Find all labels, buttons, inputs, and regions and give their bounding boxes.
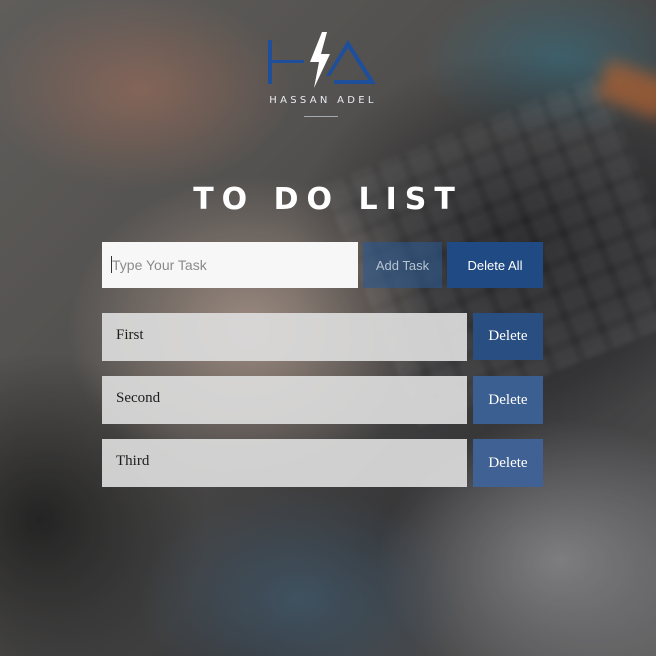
task-text: First xyxy=(102,313,467,361)
task-item: First Delete xyxy=(102,313,543,361)
task-item: Third Delete xyxy=(102,439,543,487)
brand-logo: HASSAN ADEL xyxy=(264,30,384,120)
brand-name: HASSAN ADEL xyxy=(269,95,377,106)
monogram-logo-icon xyxy=(268,32,376,88)
brand-underline xyxy=(304,116,338,117)
delete-task-button[interactable]: Delete xyxy=(473,376,543,424)
delete-all-button[interactable]: Delete All xyxy=(447,242,543,288)
task-item: Second Delete xyxy=(102,376,543,424)
delete-task-button[interactable]: Delete xyxy=(473,439,543,487)
text-caret xyxy=(111,256,112,273)
task-text: Second xyxy=(102,376,467,424)
page-title: TO DO LIST xyxy=(193,182,463,217)
task-text: Third xyxy=(102,439,467,487)
add-task-button[interactable]: Add Task xyxy=(363,242,442,288)
task-input[interactable] xyxy=(102,242,358,288)
app-container: HASSAN ADEL TO DO LIST Add Task Delete A… xyxy=(0,0,656,656)
delete-task-button[interactable]: Delete xyxy=(473,313,543,360)
